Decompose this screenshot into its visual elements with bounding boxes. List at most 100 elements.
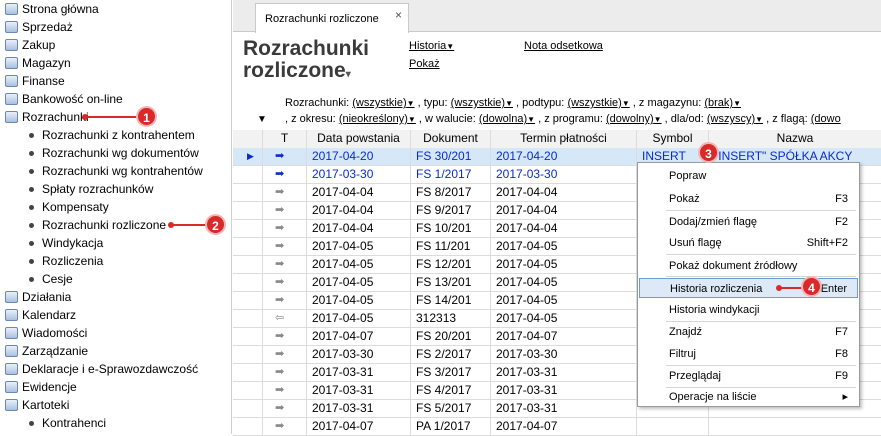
- annotation-badge-1: 1: [136, 106, 157, 127]
- sidebar-subitem-label: Rozliczenia: [42, 254, 104, 268]
- cell-dokument: FS 10/201: [411, 220, 491, 238]
- direction-arrow-icon: ➡: [263, 292, 307, 310]
- menu-item-shortcut: F8: [835, 348, 848, 360]
- actions-icon: [5, 291, 18, 303]
- direction-arrow-icon: ➡: [263, 184, 307, 202]
- filter-label: , dla/od:: [664, 113, 704, 125]
- cell-dokument: FS 5/2017: [411, 400, 491, 418]
- menu-item-label: Znajdź: [669, 326, 703, 338]
- cell-data-powstania: 2017-04-05: [307, 310, 411, 328]
- cell-dokument: FS 9/2017: [411, 202, 491, 220]
- cell-dokument: FS 1/2017: [411, 166, 491, 184]
- warehouse-icon: [5, 57, 18, 69]
- pokaz-link[interactable]: Pokaż: [409, 58, 440, 70]
- cell-data-powstania: 2017-03-30: [307, 346, 411, 364]
- bullet-icon: [29, 241, 34, 246]
- sidebar-item-label: Sprzedaż: [22, 20, 73, 34]
- sidebar-item-label: Zarządzanie: [22, 344, 89, 358]
- cell-termin: 2017-04-07: [491, 328, 637, 346]
- sidebar-item-label: Zakup: [22, 38, 56, 52]
- filter-dla-dropdown[interactable]: (wszyscy)▼: [707, 113, 763, 125]
- cell-dokument: FS 2/2017: [411, 346, 491, 364]
- filter-magazynu-dropdown[interactable]: (brak)▼: [704, 97, 741, 109]
- tab-rozrachunki-rozliczone[interactable]: Rozrachunki rozliczone ×: [255, 3, 409, 33]
- menu-item-shortcut: Enter: [820, 283, 847, 295]
- filter-flaga-dropdown[interactable]: (dowo: [811, 113, 841, 125]
- cell-termin: 2017-03-31: [491, 400, 637, 418]
- filter-walucie-dropdown[interactable]: (dowolna)▼: [479, 113, 535, 125]
- row-indicator: [233, 166, 263, 184]
- pokaz-label: Pokaż: [409, 58, 440, 70]
- filter-programu-dropdown[interactable]: (dowolny)▼: [606, 113, 662, 125]
- triangle-down-icon: ▼: [505, 99, 513, 108]
- column-header-t[interactable]: T: [263, 130, 307, 148]
- menu-item-popraw[interactable]: Popraw: [639, 166, 858, 186]
- bullet-icon: [29, 259, 34, 264]
- direction-arrow-icon: ➡: [263, 364, 307, 382]
- cell-data-powstania: 2017-04-07: [307, 328, 411, 346]
- sidebar-subitem-label: Kompensaty: [42, 200, 109, 214]
- filter-value: (brak): [704, 97, 734, 109]
- row-indicator: [233, 292, 263, 310]
- menu-item-historia-rozliczenia[interactable]: Historia rozliczenia Enter: [639, 278, 858, 298]
- triangle-down-icon: ▼: [733, 99, 742, 108]
- filter-value: (wszystkie): [450, 97, 506, 109]
- page-title[interactable]: Rozrachunki rozliczone▾: [243, 38, 383, 86]
- column-header-nazwa[interactable]: Nazwa: [709, 130, 881, 148]
- column-header-symbol[interactable]: Symbol: [637, 130, 709, 148]
- filter-okresu-dropdown[interactable]: (nieokreślony)▼: [339, 113, 416, 125]
- sidebar-item-label: Rozrachunki: [22, 110, 89, 124]
- menu-item-znajdz[interactable]: Znajdź F7: [639, 322, 858, 342]
- nota-odsetkowa-link[interactable]: Nota odsetkowa: [524, 40, 603, 52]
- sidebar-subitem-label: Rozrachunki rozliczone: [42, 218, 167, 232]
- cell-dokument: FS 30/201: [411, 148, 491, 166]
- menu-item-filtruj[interactable]: Filtruj F8: [639, 344, 858, 364]
- menu-item-pokaz-dokument[interactable]: Pokaż dokument źródłowy: [639, 256, 858, 276]
- filter-typu-dropdown[interactable]: (wszystkie)▼: [451, 97, 513, 109]
- row-indicator: [233, 238, 263, 256]
- column-header-data-powstania[interactable]: Data powstania: [307, 130, 411, 148]
- column-header-termin[interactable]: Termin płatności: [491, 130, 637, 148]
- cell-data-powstania: 2017-03-31: [307, 400, 411, 418]
- sidebar-item-label: Finanse: [22, 74, 65, 88]
- triangle-down-icon: ▼: [653, 115, 662, 124]
- menu-separator: [666, 254, 856, 255]
- filter-podtypu-dropdown[interactable]: (wszystkie)▼: [567, 97, 629, 109]
- menu-item-label: Dodaj/zmień flagę: [669, 216, 758, 228]
- column-header-dokument[interactable]: Dokument: [411, 130, 491, 148]
- menu-item-usun-flage[interactable]: Usuń flagę Shift+F2: [639, 233, 858, 253]
- triangle-down-icon: ▼: [406, 99, 415, 108]
- historia-menu[interactable]: Historia▼: [409, 40, 454, 52]
- menu-item-operacje[interactable]: Operacje na liście ▸: [639, 387, 858, 407]
- table-row[interactable]: ➡ 2017-04-07 PA 1/2017 2017-04-07: [233, 418, 881, 436]
- sidebar-navigation: Strona główna Sprzedaż Zakup Magazyn Fin…: [0, 0, 232, 434]
- row-indicator: [233, 202, 263, 220]
- menu-item-label: Pokaż dokument źródłowy: [669, 260, 798, 272]
- messages-icon: [5, 327, 18, 339]
- cell-termin: 2017-04-04: [491, 184, 637, 202]
- cell-data-powstania: 2017-04-05: [307, 274, 411, 292]
- menu-item-dodaj-flage[interactable]: Dodaj/zmień flagę F2: [639, 212, 858, 232]
- bank-icon: [5, 93, 18, 105]
- filter-rozrachunki-dropdown[interactable]: (wszystkie)▼: [352, 97, 414, 109]
- row-indicator: ▶: [233, 148, 263, 166]
- bullet-icon: [29, 205, 34, 210]
- close-icon[interactable]: ×: [395, 8, 402, 22]
- menu-separator: [666, 276, 856, 277]
- annotation-line: [86, 116, 138, 118]
- annotation-line: [780, 287, 802, 289]
- menu-item-historia-windykacji[interactable]: Historia windykacji: [639, 300, 858, 320]
- bullet-icon: [29, 277, 34, 282]
- management-icon: [5, 345, 18, 357]
- annotation-badge-2: 2: [205, 214, 226, 235]
- sidebar-subitem-label: Cesje: [42, 272, 73, 286]
- collapse-filters-icon[interactable]: ▼: [257, 114, 267, 125]
- menu-item-przegladaj[interactable]: Przeglądaj F9: [639, 366, 858, 386]
- menu-item-label: Popraw: [669, 170, 707, 182]
- row-indicator: [233, 364, 263, 382]
- bullet-icon: [29, 133, 34, 138]
- cell-termin: 2017-04-20: [491, 148, 637, 166]
- filter-row-2: ▼: [257, 113, 267, 125]
- direction-arrow-icon: ➡: [263, 328, 307, 346]
- menu-item-pokaz[interactable]: Pokaż F3: [639, 189, 858, 209]
